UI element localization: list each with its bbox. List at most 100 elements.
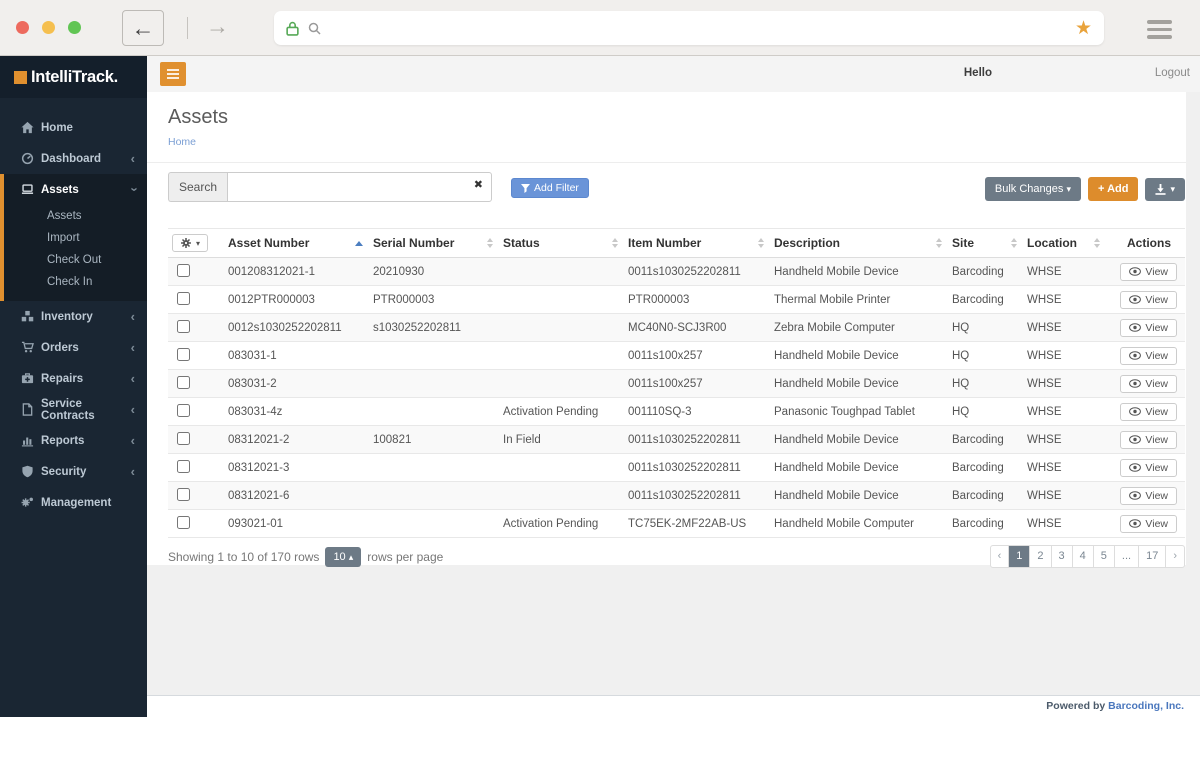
cell-asset-number: 0012PTR000003 bbox=[228, 286, 373, 314]
logout-link[interactable]: Logout bbox=[1155, 67, 1190, 79]
column-header-location[interactable]: Location bbox=[1027, 229, 1110, 258]
cell-description: Thermal Mobile Printer bbox=[774, 286, 952, 314]
browser-menu-icon[interactable] bbox=[1147, 20, 1172, 39]
add-button[interactable]: + Add bbox=[1088, 177, 1138, 201]
cell-description: Handheld Mobile Computer bbox=[774, 510, 952, 538]
sidebar-item-orders[interactable]: Orders ‹ bbox=[0, 332, 147, 363]
pagination-page-4[interactable]: 4 bbox=[1072, 546, 1093, 567]
column-header-site[interactable]: Site bbox=[952, 229, 1027, 258]
cell-site: HQ bbox=[952, 398, 1027, 426]
greeting-text: Hello bbox=[964, 67, 992, 79]
cell-site: Barcoding bbox=[952, 454, 1027, 482]
column-header-status[interactable]: Status bbox=[503, 229, 628, 258]
caret-down-icon: ▾ bbox=[1066, 184, 1071, 194]
cell-asset-number: 0012s1030252202811 bbox=[228, 314, 373, 342]
view-button[interactable]: View bbox=[1120, 347, 1177, 365]
cell-serial-number: 20210930 bbox=[373, 258, 503, 286]
pagination-next[interactable]: › bbox=[1165, 546, 1184, 567]
row-checkbox[interactable] bbox=[177, 376, 190, 389]
maximize-window-icon[interactable] bbox=[68, 21, 81, 34]
view-button[interactable]: View bbox=[1120, 263, 1177, 281]
sidebar-item-assets[interactable]: Assets ‹ bbox=[4, 174, 147, 205]
cell-asset-number: 083031-1 bbox=[228, 342, 373, 370]
pagination-page-3[interactable]: 3 bbox=[1051, 546, 1072, 567]
view-button[interactable]: View bbox=[1120, 403, 1177, 421]
sidebar-subitem-assets[interactable]: Assets bbox=[4, 205, 147, 227]
page-size-dropdown[interactable]: 10 ▴ bbox=[325, 547, 361, 567]
sidebar-item-home[interactable]: Home bbox=[0, 112, 147, 143]
table-row: 0012PTR000003 PTR000003 PTR000003 Therma… bbox=[168, 286, 1185, 314]
sidebar-item-service-contracts[interactable]: Service Contracts ‹ bbox=[0, 394, 147, 425]
column-settings-button[interactable]: ▾ bbox=[172, 234, 208, 252]
sidebar-item-repairs[interactable]: Repairs ‹ bbox=[0, 363, 147, 394]
cell-location: WHSE bbox=[1027, 398, 1110, 426]
row-checkbox[interactable] bbox=[177, 432, 190, 445]
caret-down-icon: ▾ bbox=[1170, 184, 1175, 195]
sidebar-item-reports[interactable]: Reports ‹ bbox=[0, 425, 147, 456]
cell-status bbox=[503, 482, 628, 510]
row-checkbox[interactable] bbox=[177, 292, 190, 305]
sidebar-item-management[interactable]: Management bbox=[0, 487, 147, 518]
row-checkbox[interactable] bbox=[177, 488, 190, 501]
cell-status: Activation Pending bbox=[503, 398, 628, 426]
sidebar-toggle-button[interactable] bbox=[160, 62, 186, 86]
minimize-window-icon[interactable] bbox=[42, 21, 55, 34]
forward-button[interactable]: → bbox=[206, 13, 229, 40]
pagination-page-1[interactable]: 1 bbox=[1008, 546, 1029, 567]
view-button[interactable]: View bbox=[1120, 375, 1177, 393]
breadcrumb-home-link[interactable]: Home bbox=[168, 136, 196, 148]
barcoding-link[interactable]: Barcoding, Inc. bbox=[1108, 700, 1184, 712]
row-checkbox[interactable] bbox=[177, 264, 190, 277]
pagination-page-17[interactable]: 17 bbox=[1138, 546, 1165, 567]
sidebar-item-inventory[interactable]: Inventory ‹ bbox=[0, 301, 147, 332]
content-spacer bbox=[147, 565, 1200, 695]
cell-description: Panasonic Toughpad Tablet bbox=[774, 398, 952, 426]
sidebar-item-security[interactable]: Security ‹ bbox=[0, 456, 147, 487]
column-header-asset-number[interactable]: Asset Number bbox=[228, 229, 373, 258]
view-button[interactable]: View bbox=[1120, 459, 1177, 477]
sort-both-icon bbox=[758, 238, 764, 248]
sort-both-icon bbox=[1094, 238, 1100, 248]
window-controls bbox=[16, 21, 81, 34]
view-button[interactable]: View bbox=[1120, 431, 1177, 449]
column-header-serial-number[interactable]: Serial Number bbox=[373, 229, 503, 258]
sidebar-subitem-check-in[interactable]: Check In bbox=[4, 271, 147, 293]
sidebar-subitem-import[interactable]: Import bbox=[4, 227, 147, 249]
search-input[interactable] bbox=[227, 172, 492, 202]
row-checkbox[interactable] bbox=[177, 404, 190, 417]
bulk-changes-button[interactable]: Bulk Changes ▾ bbox=[985, 177, 1081, 201]
cell-asset-number: 093021-01 bbox=[228, 510, 373, 538]
cell-item-number: 0011s1030252202811 bbox=[628, 482, 774, 510]
column-header-description[interactable]: Description bbox=[774, 229, 952, 258]
address-bar[interactable]: ★ bbox=[274, 11, 1104, 45]
sidebar-subitem-check-out[interactable]: Check Out bbox=[4, 249, 147, 271]
close-window-icon[interactable] bbox=[16, 21, 29, 34]
column-header-item-number[interactable]: Item Number bbox=[628, 229, 774, 258]
row-checkbox[interactable] bbox=[177, 348, 190, 361]
view-button[interactable]: View bbox=[1120, 487, 1177, 505]
bookmark-star-icon[interactable]: ★ bbox=[1075, 19, 1092, 38]
pagination-page-5[interactable]: 5 bbox=[1093, 546, 1114, 567]
row-checkbox[interactable] bbox=[177, 516, 190, 529]
cell-site: HQ bbox=[952, 370, 1027, 398]
sort-both-icon bbox=[1011, 238, 1017, 248]
sidebar-item-dashboard[interactable]: Dashboard ‹ bbox=[0, 143, 147, 174]
view-button[interactable]: View bbox=[1120, 291, 1177, 309]
export-button[interactable]: ▾ bbox=[1145, 178, 1185, 201]
table-row: 0012s1030252202811 s1030252202811 MC40N0… bbox=[168, 314, 1185, 342]
pagination-prev[interactable]: ‹ bbox=[991, 546, 1009, 567]
rows-per-page-label: rows per page bbox=[367, 550, 443, 564]
pagination-page-2[interactable]: 2 bbox=[1029, 546, 1050, 567]
row-checkbox[interactable] bbox=[177, 320, 190, 333]
back-button[interactable]: ← bbox=[122, 10, 164, 46]
view-button[interactable]: View bbox=[1120, 319, 1177, 337]
row-checkbox[interactable] bbox=[177, 460, 190, 473]
bar-chart-icon bbox=[19, 434, 36, 447]
cell-item-number: 0011s1030252202811 bbox=[628, 454, 774, 482]
clear-search-icon[interactable]: ✖ bbox=[474, 180, 483, 191]
cell-status: In Field bbox=[503, 426, 628, 454]
add-filter-button[interactable]: Add Filter bbox=[511, 178, 589, 198]
view-button[interactable]: View bbox=[1120, 515, 1177, 533]
pagination: ‹ 1 2 3 4 5 ... 17 › bbox=[990, 545, 1185, 568]
cell-asset-number: 08312021-3 bbox=[228, 454, 373, 482]
